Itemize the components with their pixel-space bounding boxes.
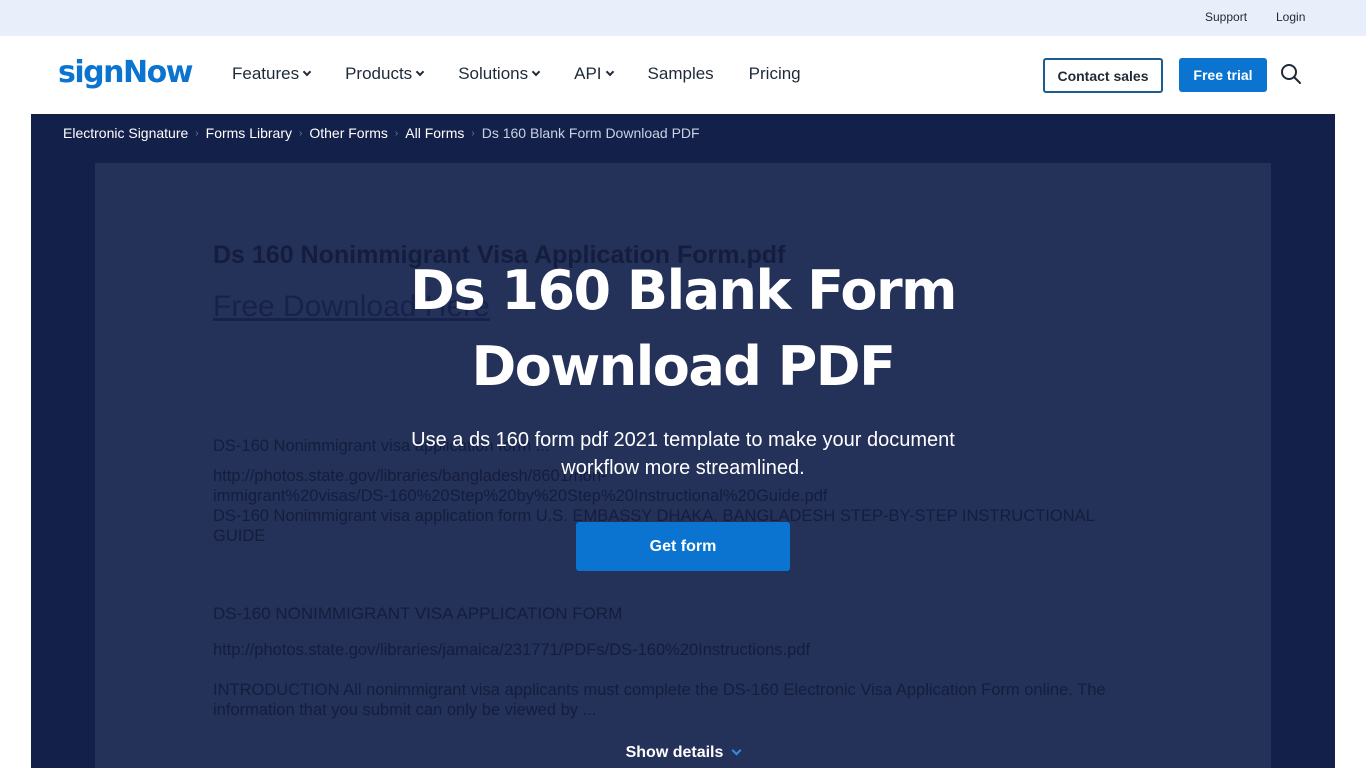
get-form-button[interactable]: Get form: [576, 522, 790, 571]
breadcrumb-separator-icon: ›: [471, 127, 475, 139]
nav-pricing-label: Pricing: [748, 64, 801, 83]
breadcrumb-electronic-signature[interactable]: Electronic Signature: [63, 125, 188, 141]
nav-samples[interactable]: Samples: [648, 64, 714, 84]
hero-section: Electronic Signature › Forms Library › O…: [31, 114, 1335, 768]
chevron-down-icon: [731, 745, 742, 756]
show-details-toggle[interactable]: Show details: [95, 744, 1271, 762]
nav-products[interactable]: Products: [345, 64, 425, 84]
nav-samples-label: Samples: [647, 64, 714, 83]
nav-pricing[interactable]: Pricing: [749, 64, 801, 84]
chevron-down-icon: [605, 67, 614, 77]
breadcrumb-separator-icon: ›: [299, 127, 303, 139]
nav-api-label: API: [574, 64, 602, 83]
document-preview: Ds 160 Nonimmigrant Visa Application For…: [95, 163, 1271, 768]
nav-api[interactable]: API: [574, 64, 614, 84]
doc-paragraph: http://photos.state.gov/libraries/jamaic…: [213, 641, 811, 659]
signnow-logo[interactable]: signNow: [58, 55, 193, 90]
page-description: Use a ds 160 form pdf 2021 template to m…: [95, 426, 1271, 482]
breadcrumb-current: Ds 160 Blank Form Download PDF: [481, 125, 700, 141]
breadcrumb-forms-library[interactable]: Forms Library: [206, 125, 292, 141]
support-link[interactable]: Support: [1205, 10, 1247, 24]
page-description-line2: workflow more streamlined.: [561, 457, 805, 479]
breadcrumb-separator-icon: ›: [394, 127, 399, 139]
nav-solutions[interactable]: Solutions: [458, 64, 541, 84]
show-details-label: Show details: [625, 744, 724, 761]
doc-line: INTRODUCTION All nonimmigrant visa appli…: [213, 681, 1106, 699]
nav-features-label: Features: [232, 64, 300, 83]
breadcrumb-other-forms[interactable]: Other Forms: [309, 125, 388, 141]
chevron-down-icon: [302, 67, 312, 77]
breadcrumb-separator-icon: ›: [195, 127, 199, 139]
utility-bar: Support Login: [0, 0, 1366, 36]
free-trial-button[interactable]: Free trial: [1179, 58, 1267, 92]
contact-sales-button[interactable]: Contact sales: [1043, 58, 1163, 93]
main-header: signNow Features Products Solutions API …: [0, 36, 1366, 114]
doc-heading: DS-160 NONIMMIGRANT VISA APPLICATION FOR…: [213, 604, 623, 623]
doc-line: immigrant%20visas/DS-160%20Step%20by%20S…: [213, 487, 828, 505]
breadcrumb-all-forms[interactable]: All Forms: [405, 125, 464, 141]
main-nav: Features Products Solutions API Samples …: [232, 64, 836, 84]
page-title-line2: Download PDF: [471, 335, 896, 398]
nav-features[interactable]: Features: [232, 64, 312, 84]
page-description-line1: Use a ds 160 form pdf 2021 template to m…: [411, 429, 955, 451]
login-link[interactable]: Login: [1276, 10, 1305, 24]
chevron-down-icon: [415, 67, 425, 77]
doc-paragraph: INTRODUCTION All nonimmigrant visa appli…: [213, 680, 1193, 720]
page-title: Ds 160 Blank Form Download PDF: [95, 253, 1271, 405]
chevron-down-icon: [531, 67, 541, 77]
nav-solutions-label: Solutions: [458, 64, 529, 83]
nav-products-label: Products: [345, 64, 413, 83]
breadcrumb: Electronic Signature › Forms Library › O…: [63, 125, 700, 141]
page-title-line1: Ds 160 Blank Form: [410, 259, 957, 322]
search-button[interactable]: [1279, 62, 1303, 86]
search-icon: [1281, 64, 1301, 84]
doc-line: information that you submit can only be …: [213, 701, 597, 719]
